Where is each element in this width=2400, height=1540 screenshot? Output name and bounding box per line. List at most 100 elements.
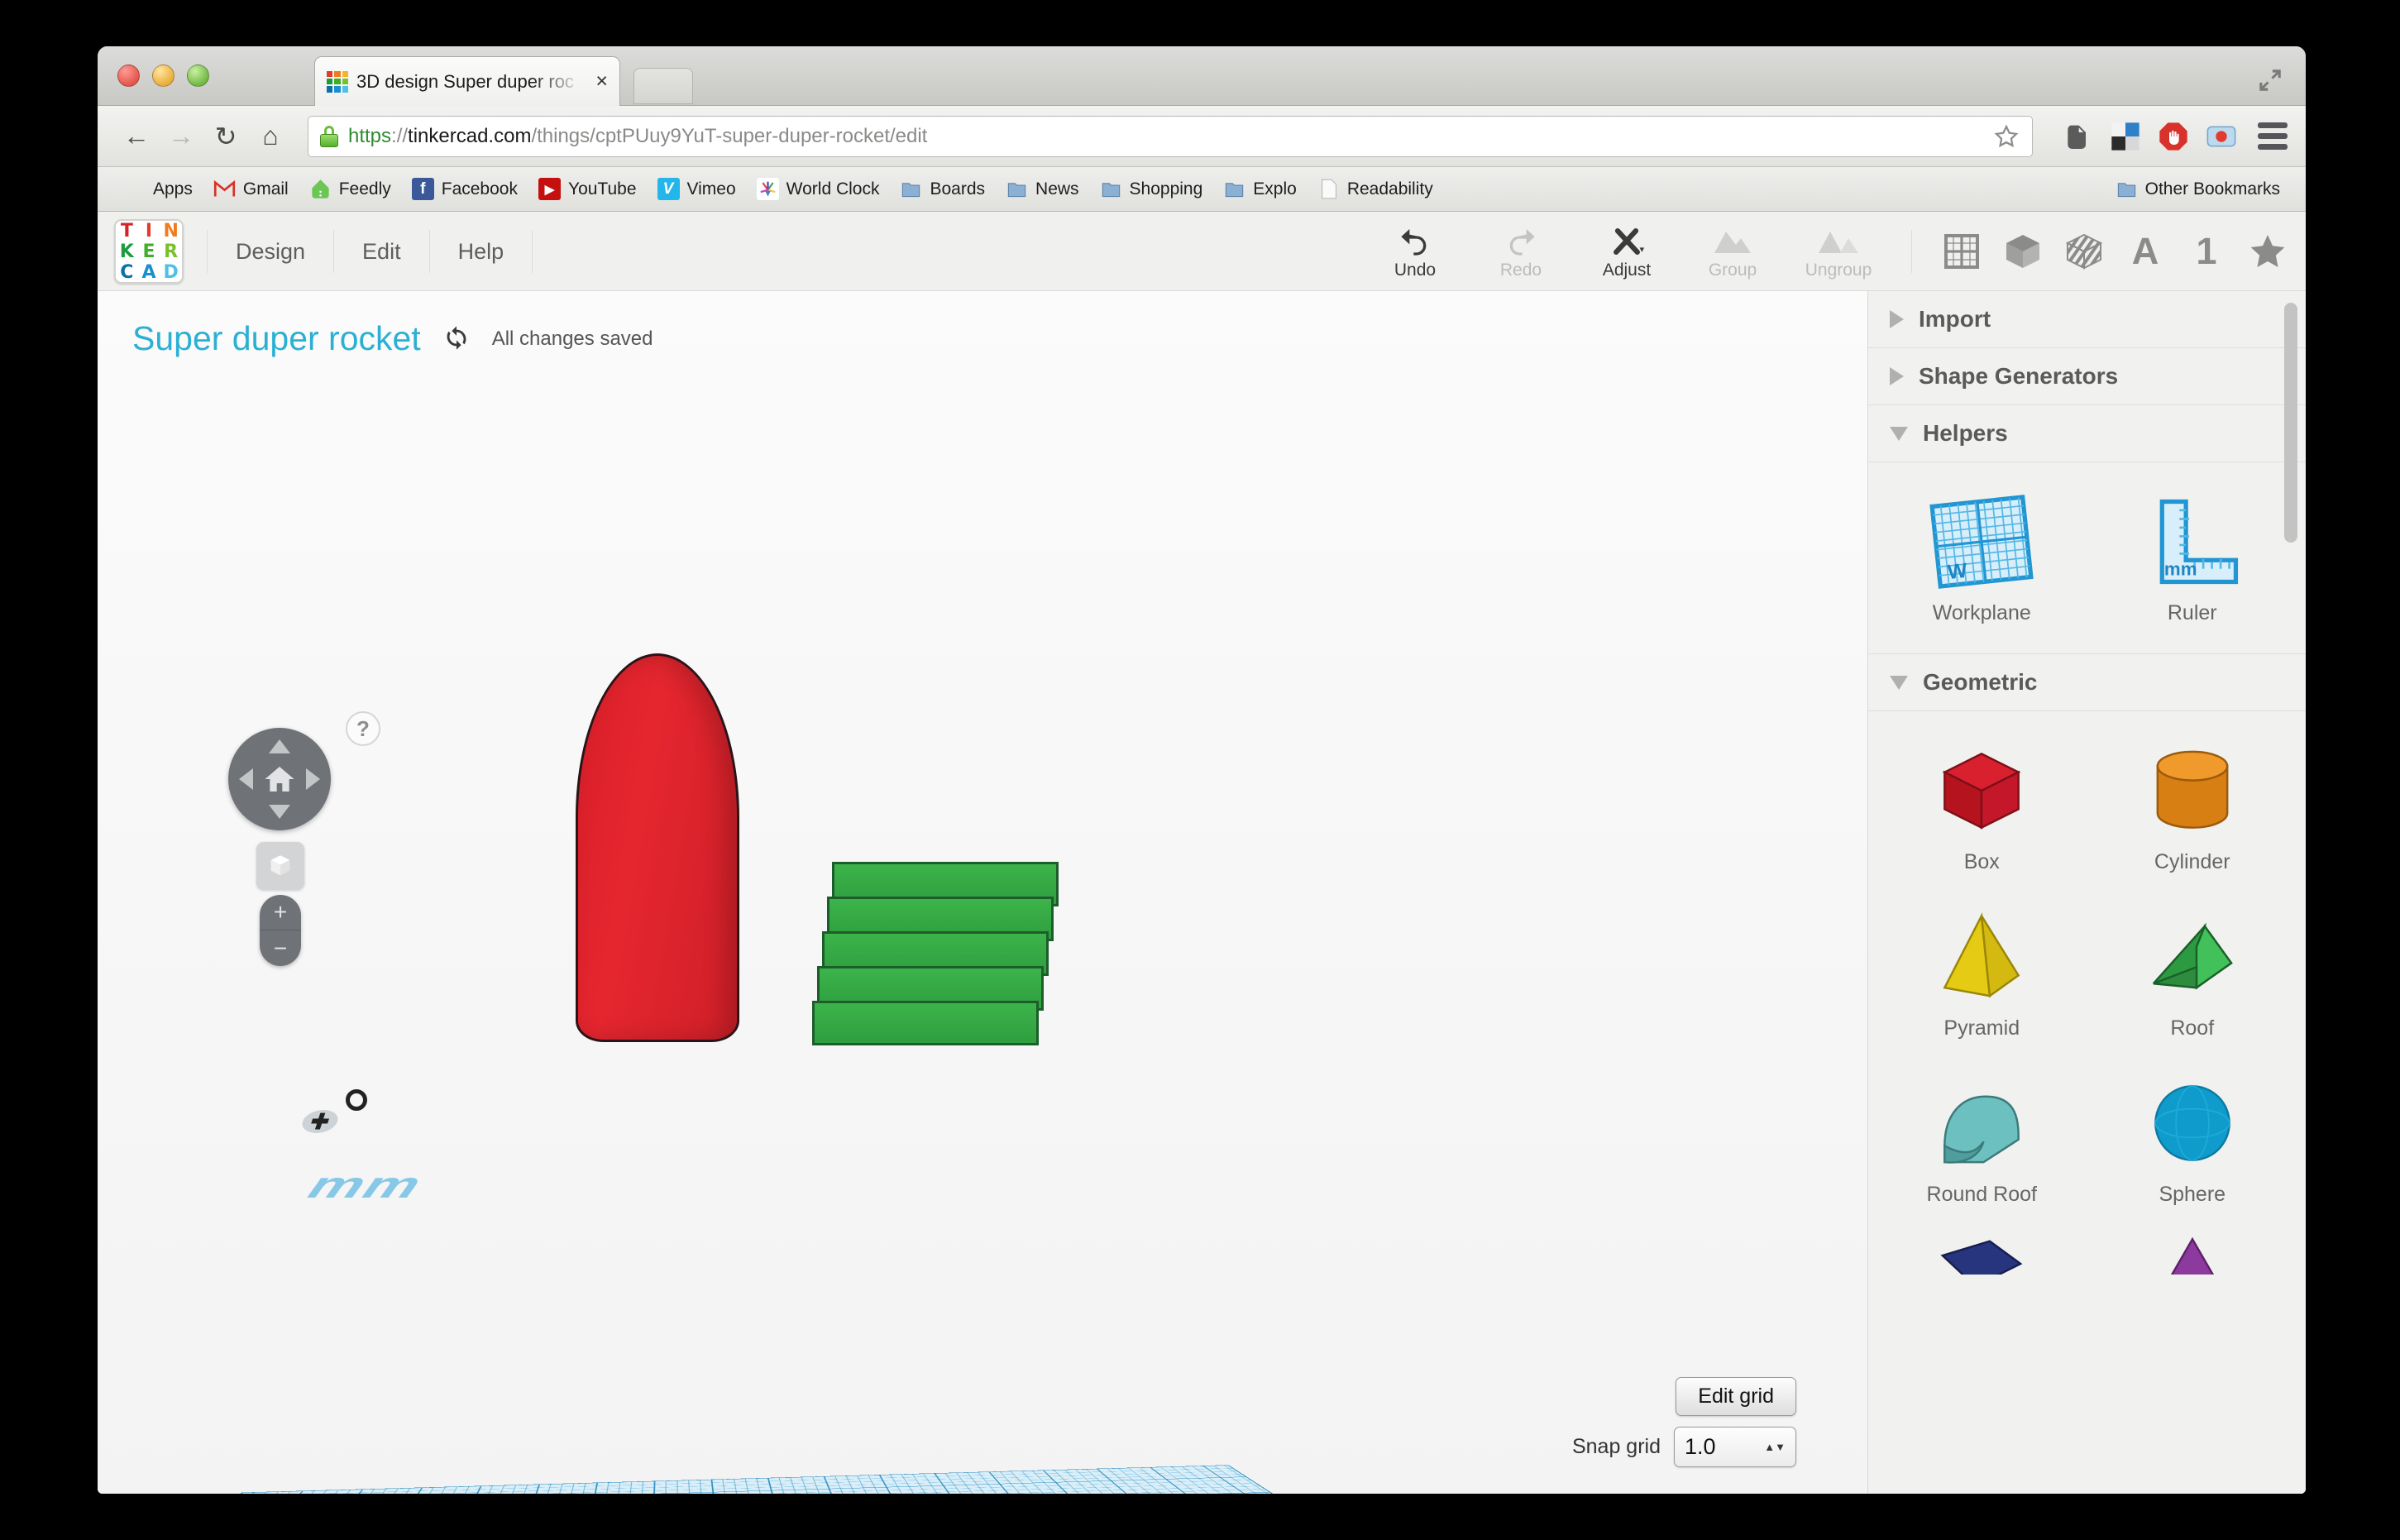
zoom-in-button[interactable]: + [260, 895, 301, 930]
shape-workplane[interactable]: W Workplane [1876, 477, 2087, 643]
bookmark-gmail[interactable]: Gmail [206, 175, 296, 203]
fullscreen-icon[interactable] [2256, 66, 2284, 94]
url-host: tinkercad.com [408, 124, 532, 147]
star-icon[interactable] [2246, 230, 2289, 273]
shape-wedge[interactable] [1876, 1225, 2087, 1275]
logo-letter: T [120, 220, 133, 242]
home-icon[interactable] [261, 763, 298, 796]
rocket-body-object[interactable] [576, 653, 739, 1042]
view-up-arrow-icon[interactable] [269, 739, 290, 753]
tinkercad-logo[interactable]: T I N K E R C A D [114, 218, 184, 284]
menu-design[interactable]: Design [207, 229, 335, 273]
view-navigation-gizmo[interactable] [228, 728, 331, 830]
section-helpers[interactable]: Helpers [1868, 405, 2306, 462]
tinkercad-view-tools: A 1 [1911, 229, 2289, 273]
new-tab-button[interactable] [633, 68, 693, 104]
3d-viewport[interactable]: mm ✚ Super duper rocket All changes save… [98, 291, 1867, 1494]
bookmark-feedly[interactable]: Feedly [302, 175, 399, 203]
document-header: Super duper rocket All changes saved [132, 319, 653, 358]
snap-grid-select[interactable]: 1.0 ▲▼ [1674, 1427, 1796, 1467]
help-button[interactable]: ? [346, 711, 380, 746]
bookmark-readability[interactable]: Readability [1310, 175, 1441, 203]
edit-grid-button[interactable]: Edit grid [1676, 1377, 1796, 1416]
logo-letter: C [120, 261, 134, 283]
solid-box-icon[interactable] [2001, 230, 2044, 273]
logo-letter: R [164, 241, 179, 262]
view-left-arrow-icon[interactable] [239, 768, 253, 790]
page-title[interactable]: Super duper rocket [132, 319, 421, 358]
bookmark-shopping[interactable]: Shopping [1092, 175, 1211, 203]
secure-lock-icon [320, 125, 338, 147]
bookmark-star-icon[interactable] [1992, 122, 2020, 151]
undo-button[interactable]: Undo [1362, 222, 1468, 280]
cube-icon [270, 855, 290, 876]
adjust-button[interactable]: Adjust [1574, 222, 1680, 280]
bookmark-vimeo[interactable]: V Vimeo [650, 175, 743, 203]
ungroup-button[interactable]: Ungroup [1786, 222, 1891, 280]
green-slab-stack-object[interactable] [809, 862, 1059, 1052]
back-button[interactable]: ← [116, 116, 157, 157]
adblock-icon[interactable] [2157, 120, 2190, 153]
bookmark-news[interactable]: News [998, 175, 1087, 203]
shape-cone[interactable] [2087, 1225, 2298, 1275]
bookmark-explo[interactable]: Explo [1216, 175, 1304, 203]
forward-button[interactable]: → [160, 116, 202, 157]
stepper-icon[interactable]: ▲▼ [1764, 1442, 1786, 1452]
ungroup-icon [1786, 222, 1891, 261]
other-bookmarks-button[interactable]: Other Bookmarks [2108, 175, 2288, 203]
svg-text:W: W [1947, 559, 1969, 584]
pyramid-shape-icon [1876, 902, 2087, 1012]
reload-button[interactable]: ↻ [205, 116, 246, 157]
section-import[interactable]: Import [1868, 291, 2306, 348]
shape-sphere[interactable]: Sphere [2087, 1059, 2298, 1225]
panel-scrollbar[interactable] [2284, 303, 2297, 543]
redo-button[interactable]: Redo [1468, 222, 1574, 280]
menu-help[interactable]: Help [430, 229, 533, 273]
maximize-window-button[interactable] [187, 65, 209, 87]
bookmark-facebook[interactable]: f Facebook [404, 175, 525, 203]
shape-label: Cylinder [2154, 850, 2230, 873]
shape-roof[interactable]: Roof [2087, 892, 2298, 1059]
shape-box[interactable]: Box [1876, 726, 2087, 892]
number-1-icon[interactable]: 1 [2185, 230, 2228, 273]
menu-edit[interactable]: Edit [334, 229, 430, 273]
striped-box-icon[interactable] [2063, 230, 2106, 273]
logo-letter: E [142, 241, 155, 262]
shape-cylinder[interactable]: Cylinder [2087, 726, 2298, 892]
browser-navbar: ← → ↻ ⌂ https://tinkercad.com/things/cpt… [98, 106, 2306, 167]
view-down-arrow-icon[interactable] [269, 805, 290, 819]
feedly-icon [312, 179, 329, 198]
tinkercad-menu: Design Edit Help [207, 227, 533, 276]
text-a-icon[interactable]: A [2124, 230, 2167, 273]
group-button[interactable]: Group [1680, 222, 1786, 280]
color-squares-icon[interactable] [2109, 120, 2142, 153]
browser-menu-icon[interactable] [2258, 122, 2288, 150]
zoom-out-button[interactable]: − [260, 930, 301, 966]
shape-label: Box [1963, 850, 2000, 873]
section-shape-generators[interactable]: Shape Generators [1868, 348, 2306, 405]
address-bar[interactable]: https://tinkercad.com/things/cptPUuy9YuT… [308, 115, 2033, 157]
folder-icon [2117, 183, 2135, 198]
bookmark-youtube[interactable]: ▶ YouTube [531, 175, 644, 203]
evernote-icon[interactable] [2061, 120, 2094, 153]
cylinder-shape-icon [2087, 736, 2298, 845]
shape-pyramid[interactable]: Pyramid [1876, 892, 2087, 1059]
section-geometric[interactable]: Geometric [1868, 654, 2306, 711]
view-right-arrow-icon[interactable] [306, 768, 320, 790]
shape-round-roof[interactable]: Round Roof [1876, 1059, 2087, 1225]
pocket-icon[interactable] [2205, 120, 2238, 153]
bookmark-boards[interactable]: Boards [892, 175, 992, 203]
fit-view-button[interactable] [256, 842, 304, 890]
workplane-grid[interactable] [98, 1465, 1628, 1494]
browser-tab[interactable]: 3D design Super duper roc × [314, 56, 620, 106]
bookmark-world-clock[interactable]: World Clock [749, 175, 887, 203]
folder-icon [1226, 183, 1244, 198]
minimize-window-button[interactable] [152, 65, 175, 87]
section-label: Shape Generators [1919, 363, 2119, 389]
close-window-button[interactable] [117, 65, 140, 87]
grid-icon[interactable] [1940, 230, 1983, 273]
bookmark-apps[interactable]: Apps [116, 175, 200, 203]
home-button[interactable]: ⌂ [250, 116, 291, 157]
shape-ruler[interactable]: mm Ruler [2087, 477, 2298, 643]
close-tab-icon[interactable]: × [595, 71, 608, 92]
